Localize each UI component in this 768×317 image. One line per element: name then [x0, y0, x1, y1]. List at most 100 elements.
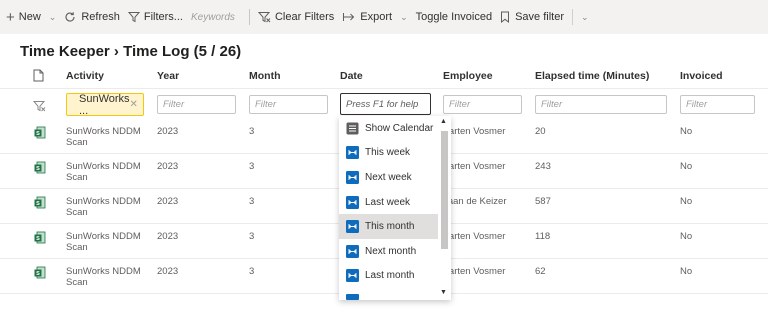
activity-cell: SunWorks NDDM Scan [66, 196, 141, 218]
invoiced-cell: No [680, 231, 693, 242]
activity-line: SunWorks NDDM [66, 161, 141, 172]
month-cell: 3 [249, 126, 255, 137]
date-option-label: Last week [365, 196, 411, 208]
date-option-label: Next month [365, 245, 417, 257]
invoiced-filter-input[interactable] [680, 95, 755, 114]
scroll-down-icon[interactable]: ▼ [440, 289, 447, 296]
date-range-icon [346, 170, 359, 184]
column-header-employee[interactable]: Employee [443, 70, 493, 86]
date-option-label: Last month [365, 270, 415, 282]
date-range-icon [346, 269, 359, 283]
month-cell: 3 [249, 231, 255, 242]
month-filter-input[interactable] [249, 95, 328, 114]
svg-text:S: S [36, 236, 40, 242]
activity-line: SunWorks NDDM [66, 231, 141, 242]
save-filter-label: Save filter [515, 11, 564, 23]
column-header-year[interactable]: Year [157, 70, 179, 86]
date-option-label: Show Calendar [365, 122, 434, 134]
activity-line: Scan [66, 137, 88, 148]
column-header-invoiced[interactable]: Invoiced [680, 70, 723, 86]
activity-cell: SunWorks NDDM Scan [66, 266, 141, 288]
header-divider [0, 88, 768, 89]
toggle-invoiced-label: Toggle Invoiced [415, 11, 493, 23]
excel-file-icon: S [34, 161, 46, 177]
calendar-icon [346, 122, 359, 135]
scrollbar-thumb[interactable] [441, 131, 448, 249]
month-cell: 3 [249, 196, 255, 207]
year-cell: 2023 [157, 266, 179, 277]
activity-filter-chip[interactable]: SunWorks ... ✕ [66, 93, 144, 117]
invoiced-cell: No [680, 161, 693, 172]
toolbar-divider [248, 9, 250, 25]
svg-text:S: S [36, 166, 40, 172]
invoiced-cell: No [680, 126, 693, 137]
export-icon [342, 11, 355, 23]
date-filter-input[interactable] [340, 93, 431, 115]
activity-cell: SunWorks NDDM Scan [66, 126, 141, 148]
keywords-input[interactable] [186, 7, 245, 27]
date-option-last-month[interactable]: Last month [339, 264, 438, 289]
close-icon[interactable]: ✕ [130, 99, 138, 110]
date-option-label: This week [365, 147, 411, 159]
year-cell: 2023 [157, 161, 179, 172]
filters-button[interactable]: Filters... [124, 0, 187, 34]
column-header-date[interactable]: Date [340, 70, 363, 86]
partial-option-icon [346, 294, 359, 300]
refresh-label: Refresh [81, 11, 120, 23]
svg-text:S: S [36, 201, 40, 207]
year-cell: 2023 [157, 126, 179, 137]
date-range-icon [346, 220, 359, 234]
date-option-this-month[interactable]: This month [339, 214, 438, 239]
file-type-header-icon [33, 69, 44, 85]
activity-line: SunWorks NDDM [66, 196, 141, 207]
date-option-next-week[interactable]: Next week [339, 165, 438, 190]
activity-cell: SunWorks NDDM Scan [66, 161, 141, 183]
new-label: New [18, 11, 41, 23]
filters-label: Filters... [143, 11, 183, 23]
bookmark-icon [500, 11, 510, 23]
excel-file-icon: S [34, 231, 46, 247]
export-chevron-down-icon[interactable]: ⌄ [396, 12, 412, 23]
date-option-last-week[interactable]: Last week [339, 190, 438, 215]
invoiced-cell: No [680, 196, 693, 207]
command-bar: + New ⌄ Refresh Filters... Clear Filters… [0, 0, 768, 34]
employee-filter-input[interactable] [443, 95, 522, 114]
year-filter-input[interactable] [157, 95, 236, 114]
elapsed-time-cell: 20 [535, 126, 546, 137]
date-option-label: Next week [365, 171, 412, 183]
elapsed-time-cell: 118 [535, 231, 551, 242]
activity-line: SunWorks NDDM [66, 266, 141, 277]
elapsed-time-filter-input[interactable] [535, 95, 667, 114]
activity-line: SunWorks NDDM [66, 126, 141, 137]
filter-icon [127, 11, 140, 23]
excel-file-icon: S [34, 266, 46, 282]
export-label: Export [360, 11, 393, 23]
new-chevron-down-icon[interactable]: ⌄ [45, 12, 61, 23]
toggle-invoiced-button[interactable]: Toggle Invoiced [412, 0, 496, 34]
more-chevron-down-icon[interactable]: ⌄ [577, 12, 593, 23]
date-option-this-week[interactable]: This week [339, 141, 438, 166]
svg-text:S: S [36, 271, 40, 277]
column-header-elapsed-time[interactable]: Elapsed time (Minutes) [535, 70, 649, 86]
scroll-up-icon[interactable]: ▲ [440, 118, 447, 125]
page-title: Time Keeper › Time Log (5 / 26) [20, 43, 242, 60]
column-header-month[interactable]: Month [249, 70, 281, 86]
activity-line: Scan [66, 277, 88, 288]
elapsed-time-cell: 587 [535, 196, 551, 207]
svg-text:S: S [36, 131, 40, 137]
save-filter-button[interactable]: Save filter [496, 0, 568, 34]
clear-filters-button[interactable]: Clear Filters [254, 0, 338, 34]
date-option-show-calendar[interactable]: Show Calendar [339, 116, 438, 141]
date-option-next-month[interactable]: Next month [339, 239, 438, 264]
new-button[interactable]: + New [0, 0, 45, 34]
column-header-activity[interactable]: Activity [66, 70, 104, 86]
invoiced-cell: No [680, 266, 693, 277]
month-cell: 3 [249, 266, 255, 277]
dropdown-scrollbar[interactable]: ▲ ▼ [438, 116, 451, 300]
activity-line: Scan [66, 207, 88, 218]
export-button[interactable]: Export [338, 0, 396, 34]
excel-file-icon: S [34, 126, 46, 142]
clear-filter-row-icon[interactable] [32, 99, 46, 117]
refresh-button[interactable]: Refresh [60, 0, 124, 34]
excel-file-icon: S [34, 196, 46, 212]
